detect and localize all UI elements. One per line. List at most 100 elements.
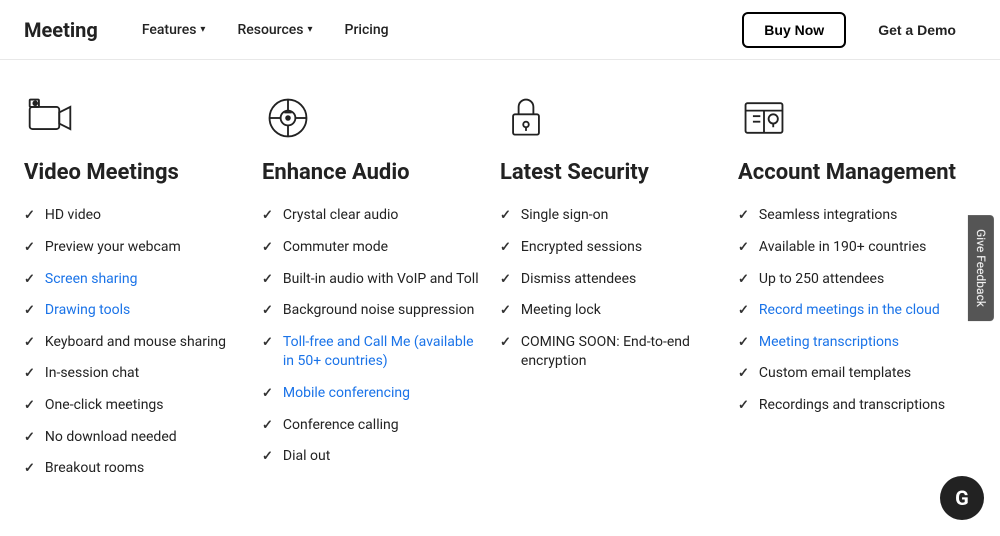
feature-label: COMING SOON: End-to-end encryption bbox=[521, 333, 722, 372]
feature-label: One-click meetings bbox=[45, 396, 164, 416]
column-account: Account Management ✓Seamless integrations… bbox=[738, 92, 976, 491]
feature-label: Keyboard and mouse sharing bbox=[45, 333, 226, 353]
checkmark-icon: ✓ bbox=[262, 385, 273, 403]
checkmark-icon: ✓ bbox=[24, 429, 35, 447]
list-item[interactable]: ✓ Mobile conferencing bbox=[262, 384, 484, 404]
feature-label: Custom email templates bbox=[759, 364, 911, 384]
chevron-down-icon: ▾ bbox=[308, 24, 313, 35]
list-item[interactable]: ✓ Record meetings in the cloud bbox=[738, 301, 960, 321]
feature-label[interactable]: Meeting transcriptions bbox=[759, 333, 899, 353]
list-item: ✓ Conference calling bbox=[262, 416, 484, 436]
list-item: ✓ Custom email templates bbox=[738, 364, 960, 384]
feature-label[interactable]: Screen sharing bbox=[45, 270, 138, 290]
list-item: ✓ One-click meetings bbox=[24, 396, 246, 416]
checkmark-icon: ✓ bbox=[262, 239, 273, 257]
feature-label: Encrypted sessions bbox=[521, 238, 642, 258]
list-item: ✓Crystal clear audio bbox=[262, 206, 484, 226]
feature-label: Dial out bbox=[283, 447, 330, 467]
account-icon bbox=[738, 92, 790, 144]
checkmark-icon: ✓ bbox=[262, 334, 273, 352]
checkmark-icon: ✓ bbox=[500, 302, 511, 320]
feature-list-security: ✓Single sign-on✓Encrypted sessions✓Dismi… bbox=[500, 206, 722, 372]
list-item[interactable]: ✓ Screen sharing bbox=[24, 270, 246, 290]
list-item: ✓ In-session chat bbox=[24, 364, 246, 384]
checkmark-icon: ✓ bbox=[738, 365, 749, 383]
checkmark-icon: ✓ bbox=[262, 417, 273, 435]
feature-label: Conference calling bbox=[283, 416, 399, 436]
feature-label: HD video bbox=[45, 206, 101, 226]
feature-label: Built-in audio with VoIP and Toll bbox=[283, 270, 479, 290]
checkmark-icon: ✓ bbox=[24, 271, 35, 289]
feature-list-video: ✓ HD video ✓ Preview your webcam ✓ Screen sha… bbox=[24, 206, 246, 478]
feature-label: Dismiss attendees bbox=[521, 270, 636, 290]
video-icon bbox=[24, 92, 76, 144]
feature-label: Preview your webcam bbox=[45, 238, 181, 258]
list-item: ✓Recordings and transcriptions bbox=[738, 396, 960, 416]
checkmark-icon: ✓ bbox=[262, 302, 273, 320]
feedback-tab[interactable]: Give Feedback bbox=[968, 215, 994, 321]
list-item[interactable]: ✓ Toll-free and Call Me (available in 50+… bbox=[262, 333, 484, 372]
list-item[interactable]: ✓ Meeting transcriptions bbox=[738, 333, 960, 353]
feature-label: Available in 190+ countries bbox=[759, 238, 926, 258]
checkmark-icon: ✓ bbox=[500, 334, 511, 352]
feature-list-account: ✓Seamless integrations✓Available in 190+… bbox=[738, 206, 960, 415]
list-item: ✓Breakout rooms bbox=[24, 459, 246, 479]
nav-link-features[interactable]: Features▾ bbox=[130, 14, 218, 46]
checkmark-icon: ✓ bbox=[24, 302, 35, 320]
checkmark-icon: ✓ bbox=[24, 207, 35, 225]
column-security: Latest Security✓Single sign-on✓Encrypted… bbox=[500, 92, 738, 491]
checkmark-icon: ✓ bbox=[24, 365, 35, 383]
feature-label[interactable]: Mobile conferencing bbox=[283, 384, 410, 404]
nav-actions: Buy Now Get a Demo bbox=[742, 12, 976, 48]
list-item: ✓ HD video bbox=[24, 206, 246, 226]
list-item: ✓ Available in 190+ countries bbox=[738, 238, 960, 258]
column-heading-security: Latest Security bbox=[500, 160, 722, 186]
list-item: ✓Keyboard and mouse sharing bbox=[24, 333, 246, 353]
checkmark-icon: ✓ bbox=[24, 397, 35, 415]
checkmark-icon: ✓ bbox=[262, 207, 273, 225]
checkmark-icon: ✓ bbox=[738, 239, 749, 257]
list-item: ✓ Dismiss attendees bbox=[500, 270, 722, 290]
list-item: ✓ Up to 250 attendees bbox=[738, 270, 960, 290]
checkmark-icon: ✓ bbox=[500, 239, 511, 257]
feature-label: Background noise suppression bbox=[283, 301, 474, 321]
list-item: ✓Commuter mode bbox=[262, 238, 484, 258]
nav-link-resources[interactable]: Resources▾ bbox=[225, 14, 324, 46]
feature-label: Meeting lock bbox=[521, 301, 601, 321]
list-item: ✓Dial out bbox=[262, 447, 484, 467]
checkmark-icon: ✓ bbox=[738, 207, 749, 225]
list-item: ✓Seamless integrations bbox=[738, 206, 960, 226]
checkmark-icon: ✓ bbox=[24, 460, 35, 478]
feature-list-audio: ✓Crystal clear audio✓Commuter mode✓Built… bbox=[262, 206, 484, 466]
feature-label[interactable]: Record meetings in the cloud bbox=[759, 301, 940, 321]
list-item[interactable]: ✓ Drawing tools bbox=[24, 301, 246, 321]
feature-label[interactable]: Drawing tools bbox=[45, 301, 130, 321]
get-demo-button[interactable]: Get a Demo bbox=[858, 14, 976, 46]
nav-logo[interactable]: Meeting bbox=[24, 18, 98, 42]
checkmark-icon: ✓ bbox=[738, 271, 749, 289]
buy-now-button[interactable]: Buy Now bbox=[742, 12, 846, 48]
feature-label: Recordings and transcriptions bbox=[759, 396, 945, 416]
feature-label: Up to 250 attendees bbox=[759, 270, 884, 290]
checkmark-icon: ✓ bbox=[738, 302, 749, 320]
list-item: ✓ Encrypted sessions bbox=[500, 238, 722, 258]
feature-label[interactable]: Toll-free and Call Me (available in 50+ … bbox=[283, 333, 484, 372]
navbar: Meeting Features▾Resources▾ Pricing Buy N… bbox=[0, 0, 1000, 60]
g-badge[interactable]: G bbox=[940, 476, 984, 520]
list-item: ✓No download needed bbox=[24, 428, 246, 448]
audio-icon bbox=[262, 92, 314, 144]
nav-links: Features▾Resources▾ Pricing bbox=[130, 14, 742, 46]
checkmark-icon: ✓ bbox=[738, 334, 749, 352]
security-icon bbox=[500, 92, 552, 144]
checkmark-icon: ✓ bbox=[500, 207, 511, 225]
list-item: ✓ Meeting lock bbox=[500, 301, 722, 321]
chevron-down-icon: ▾ bbox=[200, 24, 205, 35]
column-heading-audio: Enhance Audio bbox=[262, 160, 484, 186]
nav-link-pricing[interactable]: Pricing bbox=[333, 14, 401, 46]
column-heading-account: Account Management bbox=[738, 160, 960, 186]
column-audio: Enhance Audio ✓Crystal clear audio ✓Commut… bbox=[262, 92, 500, 491]
checkmark-icon: ✓ bbox=[500, 271, 511, 289]
feature-label: In-session chat bbox=[45, 364, 139, 384]
checkmark-icon: ✓ bbox=[262, 271, 273, 289]
list-item: ✓ COMING SOON: End-to-end encryption bbox=[500, 333, 722, 372]
